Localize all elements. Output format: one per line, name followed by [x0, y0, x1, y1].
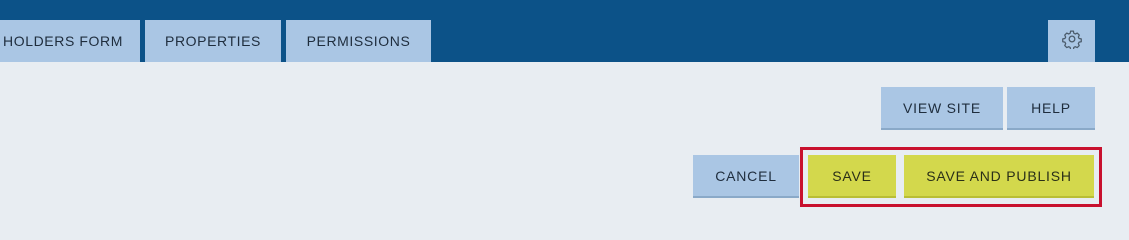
settings-button[interactable]: [1048, 20, 1095, 62]
view-site-button[interactable]: VIEW SITE: [881, 87, 1003, 130]
save-label: SAVE: [832, 167, 872, 184]
tab-label: PERMISSIONS: [306, 33, 411, 49]
view-site-label: VIEW SITE: [903, 99, 981, 116]
gear-icon: [1061, 29, 1082, 54]
save-and-publish-label: SAVE AND PUBLISH: [926, 167, 1072, 184]
tab-holders-form[interactable]: HOLDERS FORM: [0, 20, 140, 62]
top-navigation-bar: HOLDERS FORM PROPERTIES PERMISSIONS: [0, 0, 1129, 62]
tab-permissions[interactable]: PERMISSIONS: [286, 20, 431, 62]
tab-label: HOLDERS FORM: [3, 33, 123, 49]
cancel-label: CANCEL: [715, 167, 777, 184]
save-button[interactable]: SAVE: [808, 155, 896, 198]
help-label: HELP: [1031, 99, 1071, 116]
editor-page: HOLDERS FORM PROPERTIES PERMISSIONS VIEW…: [0, 0, 1129, 213]
cancel-button[interactable]: CANCEL: [693, 155, 799, 198]
help-button[interactable]: HELP: [1007, 87, 1095, 130]
tab-properties[interactable]: PROPERTIES: [145, 20, 281, 62]
save-and-publish-button[interactable]: SAVE AND PUBLISH: [904, 155, 1094, 198]
tab-label: PROPERTIES: [165, 33, 261, 49]
